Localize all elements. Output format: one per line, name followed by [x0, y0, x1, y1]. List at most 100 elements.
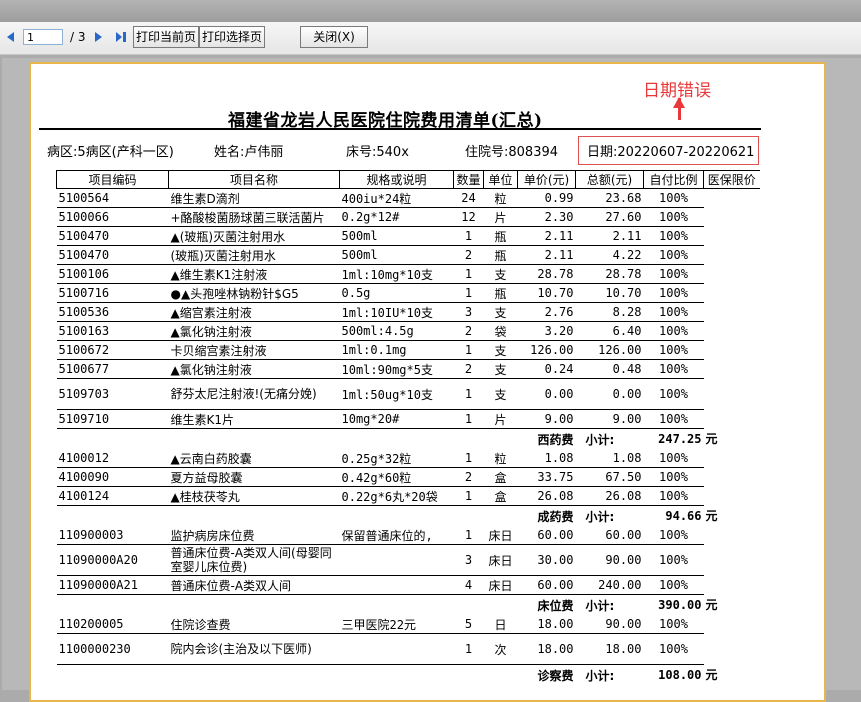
table-cell: 100% [643, 467, 704, 487]
table-row: 5100564 维生素D滴剂 400iu*24粒 24 粒 0.99 23.68 100% [56, 188, 760, 208]
column-header: 数量 [453, 170, 484, 189]
date-range-label: 日期:20220607-20220621 [587, 145, 755, 160]
table-cell: 粒 [483, 188, 518, 208]
table-cell: 100% [643, 486, 704, 506]
table-row: 5109703 舒芬太尼注射液!(无痛分娩) 1ml:50ug*10支 1 支 0.00 0… [56, 378, 760, 410]
column-header: 项目名称 [168, 170, 340, 189]
table-cell: 28.78 [575, 264, 644, 284]
table-cell: 元 [705, 509, 718, 524]
table-cell: 小计: [585, 668, 615, 683]
table-cell: 30.00 [517, 544, 576, 576]
first-page-icon[interactable] [5, 31, 15, 43]
table-cell [57, 595, 169, 616]
table-cell: 100% [643, 633, 704, 665]
table-cell: 100% [643, 321, 704, 341]
table-cell: 10mg*20# [339, 409, 454, 429]
table-cell: 住院诊查费 [168, 615, 340, 634]
table-row: 5109710 维生素K1片 10mg*20# 1 片 9.00 9.00 100% [56, 409, 760, 429]
table-row: 5100677 ▲氯化钠注射液 10ml:90mg*5支 2 支 0.24 0.48 100% [56, 359, 760, 379]
table-cell: 0.5g [339, 283, 454, 303]
table-cell: 100% [643, 264, 704, 284]
table-cell [339, 575, 454, 595]
table-cell: 11090000A21 [56, 575, 169, 595]
table-cell: 18.00 [517, 615, 576, 634]
table-cell: 0.99 [517, 188, 576, 208]
table-cell: 0.22g*6丸*20袋 [339, 486, 454, 506]
print-selected-pages-button[interactable]: 打印选择页 [199, 26, 265, 48]
table-cell: 18.00 [517, 633, 576, 665]
table-cell: 瓶 [483, 245, 518, 265]
table-cell: 0.2g*12# [339, 207, 454, 227]
close-button[interactable]: 关闭(X) [300, 26, 368, 48]
table-row: 4100090 夏方益母胶囊 0.42g*60粒 2 盒 33.75 67.50 100% [56, 467, 760, 487]
table-cell [340, 665, 454, 686]
table-cell [704, 410, 760, 429]
table-cell: 27.60 [575, 207, 644, 227]
table-row: 1100000230 院内会诊(主治及以下医师) 1 次 18.00 18.00 100% [56, 633, 760, 665]
table-cell: 3 [453, 302, 484, 322]
table-cell: 500ml:4.5g [339, 321, 454, 341]
column-header: 总额(元) [575, 170, 644, 189]
table-cell: ▲氯化钠注射液 [168, 359, 340, 379]
table-cell: 支 [483, 359, 518, 379]
table-cell: 小计: [585, 598, 615, 613]
table-row: 5100536 ▲缩宫素注射液 1ml:10IU*10支 3 支 2.76 8.28 100% [56, 302, 760, 322]
table-cell: 1.08 [517, 449, 576, 468]
table-cell: 卡贝缩宫素注射液 [168, 340, 340, 360]
table-cell [704, 265, 760, 284]
table-cell: 支 [483, 340, 518, 360]
table-cell: 126.00 [575, 340, 644, 360]
table-cell: 11090000A20 [56, 544, 169, 576]
table-cell: 2.11 [575, 226, 644, 246]
table-cell [339, 633, 454, 665]
table-cell: 5100672 [56, 340, 169, 360]
print-current-page-button[interactable]: 打印当前页 [133, 26, 199, 48]
table-cell: 院内会诊(主治及以下医师) [168, 633, 340, 665]
table-cell [704, 379, 760, 410]
table-cell [484, 665, 518, 686]
table-cell: 夏方益母胶囊 [168, 467, 340, 487]
table-row: 5100672 卡贝缩宫素注射液 1ml:0.1mg 1 支 126.00 126.00 10… [56, 340, 760, 360]
table-cell: 1.08 [575, 449, 644, 468]
table-cell: 2.76 [517, 302, 576, 322]
page-number-input[interactable]: 1 [23, 29, 63, 45]
table-cell: ●▲头孢唑林钠粉针$G5 [168, 283, 340, 303]
table-cell [169, 429, 340, 450]
table-cell: 2.30 [517, 207, 576, 227]
patient-name-label: 姓名:卢伟丽 [214, 145, 284, 160]
table-cell [704, 576, 760, 595]
table-cell: 100% [643, 340, 704, 360]
table-cell: 500ml [339, 226, 454, 246]
table-cell: 床日 [483, 575, 518, 595]
table-cell: 100% [643, 409, 704, 429]
table-cell: 100% [643, 359, 704, 379]
subtotal-row: 床位费 小计: 390.00 元 [57, 595, 760, 616]
table-cell [57, 665, 169, 686]
table-cell: 94.66 [665, 509, 702, 523]
table-cell [57, 506, 169, 527]
next-page-icon[interactable] [93, 31, 103, 43]
subtotal-row: 成药费 小计: 94.66 元 [57, 506, 760, 527]
table-cell: 100% [643, 207, 704, 227]
table-cell: 0.24 [517, 359, 576, 379]
table-cell: 床位费 [537, 598, 574, 613]
table-cell: 普通床位费-A类双人间(母婴同室婴儿床位费) [168, 544, 340, 576]
table-cell: 2 [453, 359, 484, 379]
table-cell: 3.20 [517, 321, 576, 341]
table-cell: 4100012 [56, 449, 169, 468]
table-cell: 110200005 [56, 615, 169, 634]
table-cell [484, 506, 518, 527]
bed-number-label: 床号:540x [346, 145, 409, 160]
table-cell: 1ml:10mg*10支 [339, 264, 454, 284]
column-header: 项目编码 [56, 170, 169, 189]
table-cell: 5100470 [56, 245, 169, 265]
table-cell: 保留普通床位的, [339, 526, 454, 545]
title-divider [39, 128, 761, 130]
ward-label: 病区:5病区(产科一区) [47, 145, 174, 160]
table-cell: ▲氯化钠注射液 [168, 321, 340, 341]
table-cell: 100% [643, 449, 704, 468]
table-cell [454, 429, 484, 450]
last-page-icon[interactable] [114, 31, 128, 43]
admission-number-label: 住院号:808394 [465, 145, 559, 160]
table-cell: 1ml:0.1mg [339, 340, 454, 360]
